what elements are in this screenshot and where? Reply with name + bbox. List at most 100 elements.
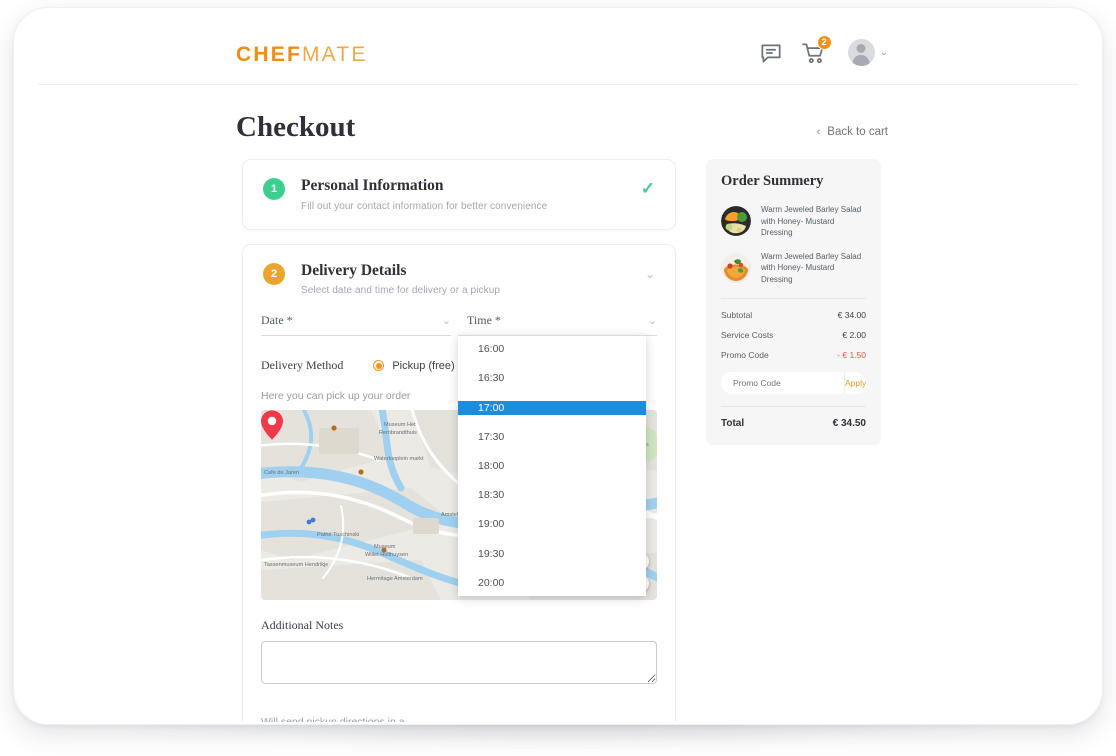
device-frame: CHEFMATE 2 ⌄ Checkout ‹ Back to cart 1 P…	[14, 8, 1102, 724]
svg-text:Pathé Tuschinski: Pathé Tuschinski	[317, 532, 359, 538]
check-icon: ✓	[640, 179, 655, 198]
summary-row-label: Subtotal	[721, 309, 753, 320]
time-dropdown-list[interactable]: 16:00 16:30 17:00 17:30 18:00 18:30 19:0…	[458, 335, 646, 597]
cart-icon[interactable]: 2	[801, 34, 832, 66]
cart-badge-count: 2	[816, 34, 832, 50]
checkout-steps-column: 1 Personal Information Fill out your con…	[242, 159, 676, 722]
step-card-personal-information[interactable]: 1 Personal Information Fill out your con…	[242, 159, 676, 230]
back-to-cart-link[interactable]: ‹ Back to cart	[817, 126, 888, 138]
time-option[interactable]: 20:00	[458, 576, 646, 591]
time-option[interactable]: 16:00	[458, 342, 646, 357]
svg-text:Rembrandthuis: Rembrandthuis	[379, 430, 417, 436]
date-label: Date *	[261, 313, 293, 328]
additional-notes-label: Additional Notes	[261, 618, 344, 633]
svg-text:Museum Het: Museum Het	[384, 422, 416, 428]
app-screen: CHEFMATE 2 ⌄ Checkout ‹ Back to cart 1 P…	[38, 22, 1078, 722]
chevron-left-icon: ‹	[816, 126, 821, 138]
summary-row-label: Service Costs	[721, 329, 774, 340]
time-option[interactable]: 19:30	[458, 547, 646, 562]
delivery-details-body: Date * ⌄ Time * ⌄ Delivery Method Pickup…	[243, 313, 675, 722]
step-title: Delivery Details	[301, 261, 407, 279]
divider	[721, 297, 866, 299]
time-select[interactable]: Time * ⌄	[467, 313, 657, 337]
food-image-1	[721, 206, 751, 237]
svg-text:Cafe de Jaren: Cafe de Jaren	[264, 470, 299, 476]
list-item[interactable]: Warm Jeweled Barley Salad with Honey- Mu…	[721, 204, 866, 239]
summary-row-promo-code: Promo Code - € 1.50	[721, 350, 866, 360]
time-option[interactable]: 16:30	[458, 371, 646, 386]
delivery-method-label: Delivery Method	[261, 358, 344, 373]
back-to-cart-label: Back to cart	[827, 126, 888, 138]
brand-logo[interactable]: CHEFMATE	[236, 43, 368, 67]
location-pin-icon	[261, 410, 283, 440]
checkout-page: Checkout ‹ Back to cart 1 Personal Infor…	[38, 85, 1078, 722]
step-status[interactable]: ⌄	[645, 262, 655, 283]
chevron-down-icon: ⌄	[879, 47, 888, 58]
chevron-down-icon: ⌄	[647, 315, 657, 328]
summary-total-value: € 34.50	[832, 417, 866, 429]
summary-total-label: Total	[721, 417, 745, 429]
time-option[interactable]: 19:00	[458, 517, 646, 532]
time-select-line[interactable]: Time * ⌄	[467, 313, 657, 337]
date-select-line[interactable]: Date * ⌄	[261, 313, 451, 337]
time-option[interactable]: 18:00	[458, 459, 646, 474]
order-summary-panel: Order Summery Warm Jeweled Barley Salad …	[706, 159, 881, 445]
radio-option-label: Pickup (free)	[392, 359, 455, 372]
nav-icon-group: 2 ⌄	[758, 34, 888, 66]
summary-row-label: Promo Code	[721, 349, 769, 360]
time-option-selected[interactable]: 17:00	[458, 400, 646, 416]
promo-code-form[interactable]: Apply	[721, 371, 866, 394]
chevron-down-icon: ⌄	[441, 315, 451, 328]
step-header[interactable]: 2 Delivery Details Select date and time …	[243, 245, 675, 314]
logo-text-bold: CHEF	[236, 43, 302, 66]
pickup-footer-note: Will send pickup directions in a confirm…	[261, 715, 461, 722]
chevron-down-icon: ⌄	[644, 266, 655, 281]
avatar	[847, 39, 875, 66]
step-text: Delivery Details Select date and time fo…	[301, 262, 645, 297]
step-number-badge: 1	[263, 178, 285, 200]
step-text: Personal Information Fill out your conta…	[301, 177, 641, 212]
radio-icon	[373, 360, 385, 372]
radio-option-pickup[interactable]: Pickup (free)	[373, 359, 455, 372]
promo-code-input[interactable]	[721, 377, 844, 388]
divider	[721, 405, 866, 407]
svg-text:Waterlooplein markt: Waterlooplein markt	[374, 456, 424, 462]
svg-text:Tassenmuseum Hendrikje: Tassenmuseum Hendrikje	[264, 562, 328, 568]
date-select[interactable]: Date * ⌄	[261, 313, 451, 337]
pickup-footer-note-line1: Will send pickup directions in a confirm…	[261, 715, 461, 722]
top-navigation-bar: CHEFMATE 2 ⌄	[38, 22, 1078, 85]
svg-text:Hermitage Amsterdam: Hermitage Amsterdam	[367, 576, 423, 582]
step-number-badge: 2	[263, 262, 285, 285]
time-option[interactable]: 18:30	[458, 488, 646, 503]
message-icon[interactable]	[758, 40, 784, 66]
summary-total-row: Total € 34.50	[721, 418, 866, 429]
list-item-label: Warm Jeweled Barley Salad with Honey- Mu…	[761, 205, 862, 238]
step-subtitle: Fill out your contact information for be…	[301, 200, 548, 212]
apply-promo-button[interactable]: Apply	[844, 371, 866, 394]
delivery-footer: Will send pickup directions in a confirm…	[261, 715, 657, 722]
account-menu[interactable]: ⌄	[847, 39, 888, 66]
step-card-delivery-details[interactable]: 2 Delivery Details Select date and time …	[242, 243, 676, 722]
time-option[interactable]: 17:30	[458, 430, 646, 445]
item-thumbnail	[721, 253, 751, 284]
food-image-2	[721, 253, 751, 284]
item-thumbnail	[721, 206, 751, 237]
step-header: 1 Personal Information Fill out your con…	[243, 160, 675, 229]
step-status: ✓	[641, 177, 655, 199]
list-item-label: Warm Jeweled Barley Salad with Honey- Mu…	[761, 251, 862, 284]
summary-row-value: € 2.00	[842, 329, 866, 340]
summary-row-subtotal: Subtotal € 34.00	[721, 310, 866, 320]
step-title: Personal Information	[301, 177, 444, 194]
logo-text-light: MATE	[301, 43, 368, 66]
svg-text:Willet Holthuysen: Willet Holthuysen	[365, 552, 408, 558]
step-subtitle: Select date and time for delivery or a p…	[301, 285, 501, 297]
svg-text:Amstel: Amstel	[441, 512, 458, 518]
svg-text:Museum: Museum	[374, 544, 396, 550]
order-summary-title: Order Summery	[721, 173, 824, 189]
additional-notes-input[interactable]	[261, 641, 657, 685]
date-time-row: Date * ⌄ Time * ⌄	[261, 313, 657, 337]
list-item[interactable]: Warm Jeweled Barley Salad with Honey- Mu…	[721, 251, 866, 286]
summary-row-value: - € 1.50	[837, 349, 866, 360]
page-title: Checkout	[236, 111, 356, 143]
summary-row-value: € 34.00	[837, 309, 866, 320]
